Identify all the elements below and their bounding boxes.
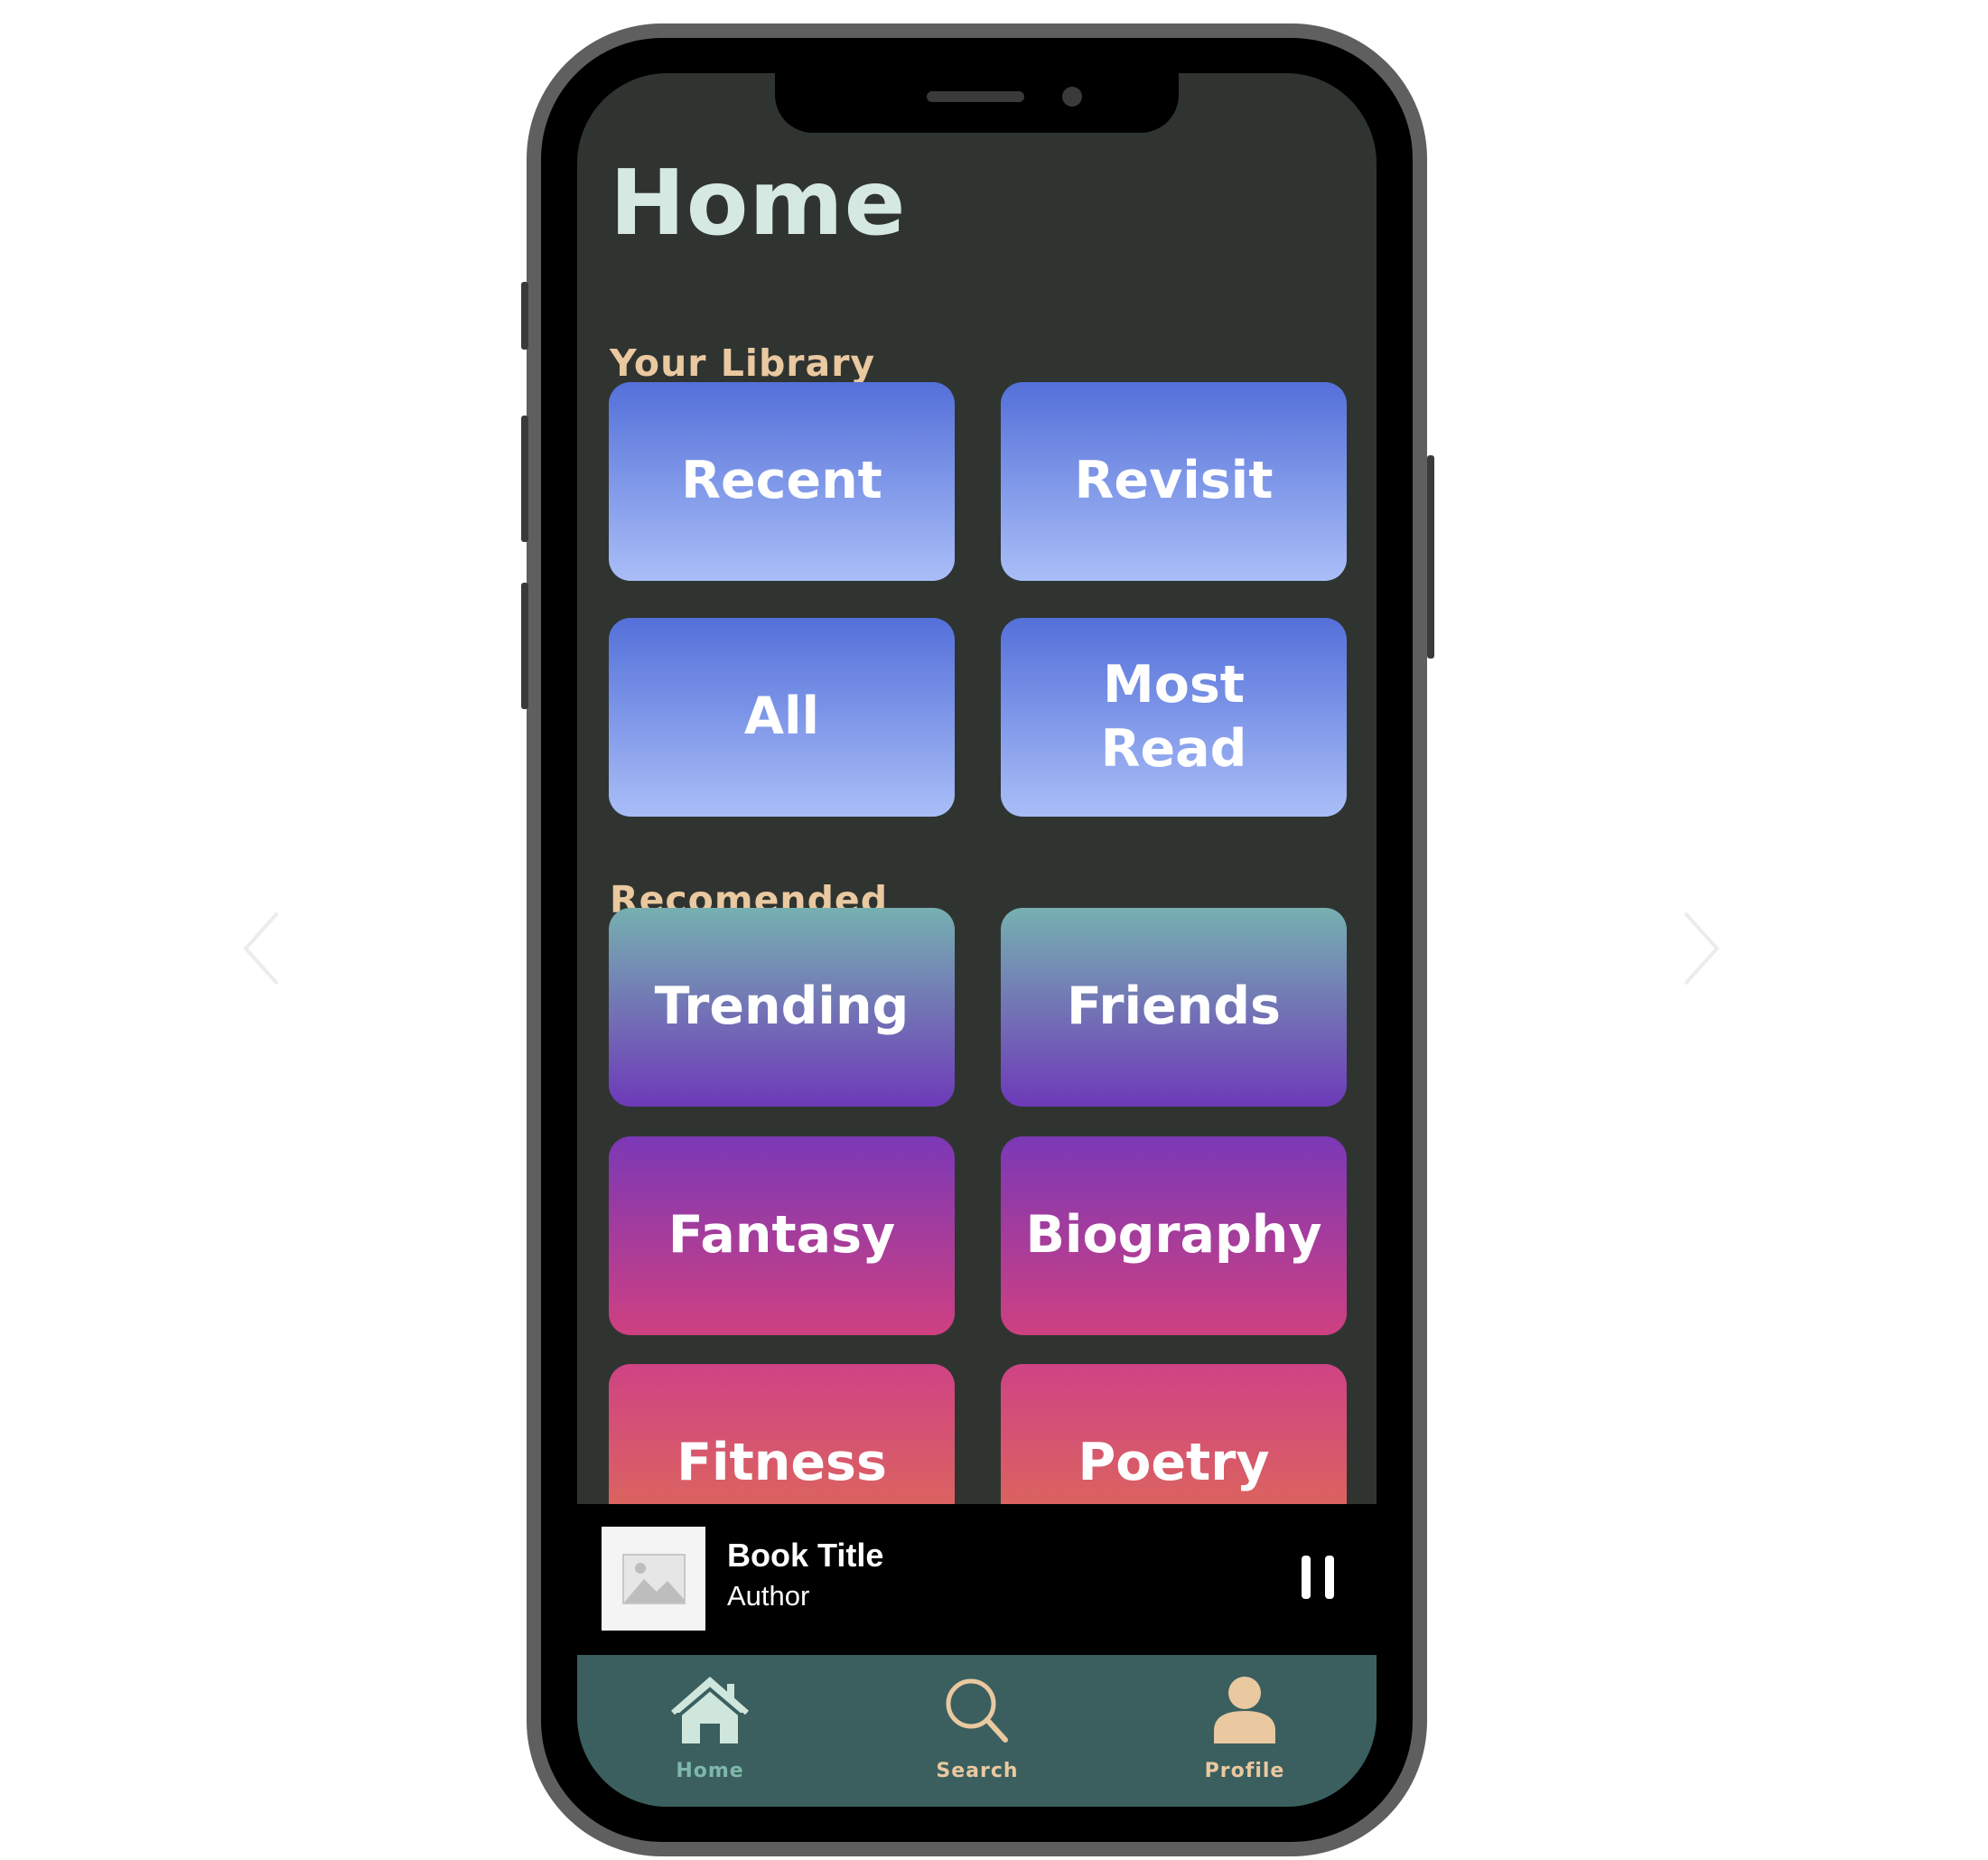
speaker — [927, 91, 1024, 102]
library-section-label: Your Library — [610, 341, 876, 385]
notch — [775, 73, 1179, 133]
tile-label: All — [743, 687, 820, 747]
pause-icon[interactable] — [1300, 1554, 1336, 1601]
chevron-right-icon[interactable] — [1672, 908, 1726, 989]
tile-label: Most Read — [1100, 654, 1247, 779]
page-title: Home — [610, 150, 907, 256]
chevron-left-icon[interactable] — [237, 908, 291, 989]
tab-label: Profile — [1204, 1760, 1285, 1782]
tab-label: Home — [676, 1760, 744, 1782]
profile-icon — [1214, 1677, 1275, 1743]
tile-revisit[interactable]: Revisit — [1001, 382, 1347, 581]
image-placeholder-icon — [621, 1553, 686, 1604]
volume-up-button — [521, 416, 528, 542]
tile-fantasy[interactable]: Fantasy — [609, 1136, 955, 1335]
tile-recent[interactable]: Recent — [609, 382, 955, 581]
tile-label: Revisit — [1074, 451, 1274, 511]
tile-all[interactable]: All — [609, 618, 955, 817]
tile-label: Friends — [1067, 977, 1281, 1037]
book-author: Author — [727, 1580, 810, 1612]
tab-search[interactable]: Search — [887, 1675, 1068, 1782]
tab-home[interactable]: Home — [620, 1675, 800, 1782]
tile-label: Fitness — [677, 1433, 887, 1493]
tile-label: Trending — [654, 977, 910, 1037]
phone-frame: Home Your Library Recent Revisit All Mos… — [521, 23, 1434, 1856]
tile-trending[interactable]: Trending — [609, 908, 955, 1107]
book-cover — [602, 1527, 705, 1631]
tile-biography[interactable]: Biography — [1001, 1136, 1347, 1335]
volume-down-button — [521, 583, 528, 709]
search-icon — [946, 1678, 1008, 1743]
tile-friends[interactable]: Friends — [1001, 908, 1347, 1107]
silent-switch — [521, 282, 528, 350]
bottom-tab-bar: Home Search Profile — [577, 1655, 1377, 1807]
tile-label: Fantasy — [667, 1205, 896, 1266]
home-icon — [671, 1677, 749, 1743]
tile-label: Poetry — [1078, 1433, 1270, 1493]
now-playing-bar[interactable]: Book Title Author — [577, 1504, 1377, 1655]
tab-label: Search — [936, 1760, 1019, 1782]
tile-label: Biography — [1025, 1205, 1322, 1266]
tile-label: Recent — [681, 451, 882, 511]
front-camera — [1062, 87, 1082, 107]
power-button — [1427, 455, 1434, 659]
tile-most-read[interactable]: Most Read — [1001, 618, 1347, 817]
book-title: Book Title — [727, 1537, 884, 1574]
tab-profile[interactable]: Profile — [1154, 1675, 1335, 1782]
app-screen: Home Your Library Recent Revisit All Mos… — [577, 73, 1377, 1807]
